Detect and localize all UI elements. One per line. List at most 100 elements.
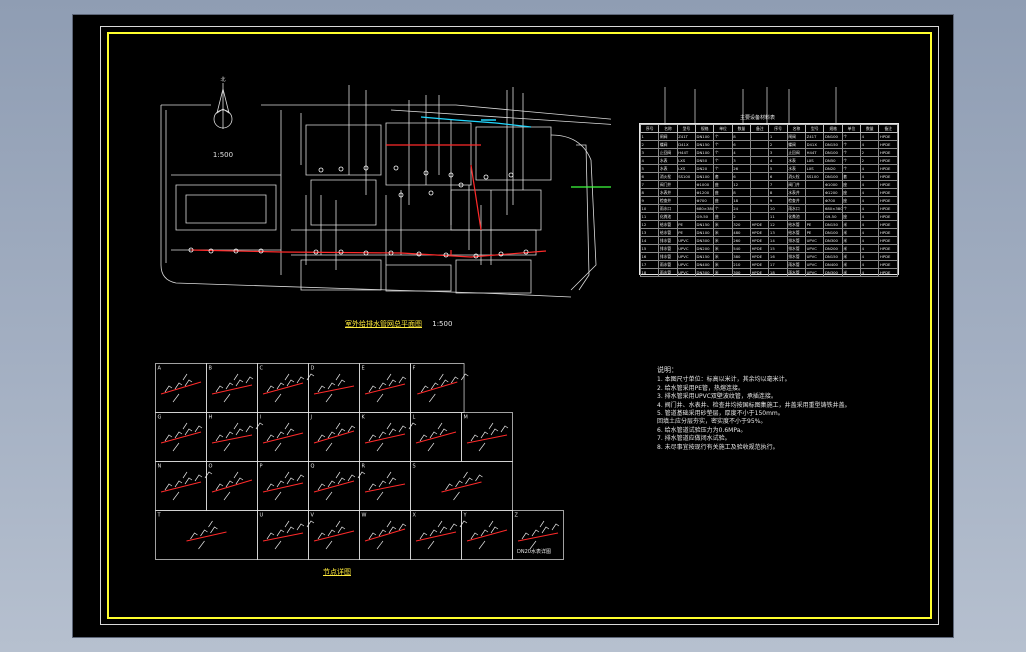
table-cell: Φ1000 (695, 180, 715, 189)
table-cell: 680×380 (695, 204, 715, 213)
table-cell: HPDE (878, 148, 898, 157)
detail-cell: J (308, 412, 360, 462)
cad-viewport[interactable]: 1:500 北 室外给排水管网总平面图 1:500 主要设备材料表 序号 名称 型号… (73, 15, 953, 637)
table-cell: 闸阀 (658, 132, 678, 141)
table-cell: 个 (713, 148, 733, 157)
table-header-cell: 名称 (786, 124, 807, 133)
equipment-table: 主要设备材料表 序号 名称 型号 规格 单位 数量 备注 序号 名称 型号 规格 单位 数量 备注 1 闸阀… (639, 115, 899, 277)
table-cell: 个 (713, 164, 733, 173)
table-cell: 6 (731, 140, 752, 149)
table-cell: PE (676, 220, 697, 229)
table-cell: 18 (768, 268, 788, 277)
table-cell: 止回阀 (658, 148, 678, 157)
table-cell: UPVC (805, 236, 825, 245)
detail-letter: B (209, 366, 213, 372)
detail-cell: B (206, 363, 258, 413)
table-cell: HPDE (750, 260, 770, 269)
table-row: 1 闸阀 Z41T DN100 个 8 1 闸阀 Z41T DN100 个 4 HPDE (639, 132, 898, 141)
detail-letter: Y (463, 513, 468, 519)
table-cell: HPDE (878, 180, 898, 189)
table-cell: 米 (841, 228, 862, 237)
table-header-cell: 规格 (823, 124, 843, 133)
table-cell: G9-50 (695, 212, 715, 221)
table-cell: 排水管 (786, 252, 807, 261)
detail-letter: L (413, 415, 416, 421)
table-row: 6 消火栓 SS100 DN100 套 6 6 消火栓 SS100 DN100 套 4 HPDE (639, 172, 898, 181)
table-cell: 4 (860, 180, 880, 189)
table-cell: DN200 (823, 244, 843, 253)
table-cell: DN100 (695, 172, 715, 181)
table-cell: UPVC (805, 252, 825, 261)
table-cell: 米 (841, 244, 862, 253)
table-cell: DN150 (695, 252, 715, 261)
table-cell: 6 (731, 172, 752, 181)
note-item: 1. 本图尺寸单位：标高以米计，其余均以毫米计。 (657, 376, 791, 384)
table-cell: 9 (639, 196, 660, 205)
table-cell: 座 (713, 180, 733, 189)
table-cell: 给水管 (658, 220, 678, 229)
detail-grid: A B C D E F G H I J K L M N O P Q R S T U V W X Y Z DN20水表详图 (155, 363, 564, 560)
table-cell: 水表 (658, 156, 678, 165)
table-cell: 8 (768, 188, 788, 197)
table-cell: HPDE (750, 268, 770, 277)
table-cell: 化粪池 (658, 212, 678, 221)
table-cell: 4 (860, 196, 880, 205)
table-cell: 3 (639, 148, 660, 157)
table-cell: 米 (841, 260, 862, 269)
table-cell (676, 180, 697, 189)
detail-letter: N (158, 464, 162, 470)
table-cell: PE (805, 228, 825, 237)
table-cell: 9 (768, 196, 788, 205)
detail-letter: R (362, 464, 366, 470)
table-cell: 6 (768, 172, 788, 181)
table-cell: 10 (768, 204, 788, 213)
table-cell: 个 (841, 140, 862, 149)
table-cell: 4 (860, 252, 880, 261)
table-row: 10 雨水口 680×380 个 24 10 雨水口 680×380 个 4 HPDE (639, 204, 898, 213)
detail-letter: A (158, 366, 162, 372)
table-cell: 水表井 (658, 188, 678, 197)
table-cell: 米 (713, 260, 733, 269)
table-cell: D41X (805, 140, 825, 149)
table-cell: 个 (713, 156, 733, 165)
table-cell: 个 (841, 148, 862, 157)
table-cell: 套 (841, 172, 862, 181)
table-cell: 米 (841, 220, 862, 229)
table-cell: 雨水管 (658, 268, 678, 277)
table-cell: 水表 (786, 156, 807, 165)
table-cell: 24 (731, 204, 752, 213)
table-cell: 4 (860, 164, 880, 173)
table-cell: 个 (713, 204, 733, 213)
table-cell: 排水管 (658, 236, 678, 245)
detail-letter: U (260, 513, 264, 519)
table-cell (750, 132, 770, 141)
table-header-cell: 名称 (658, 124, 678, 133)
table-cell: 座 (841, 188, 862, 197)
table-cell: 水表 (658, 164, 678, 173)
table-cell: 18 (731, 196, 752, 205)
table-cell: 4 (860, 172, 880, 181)
table-cell: DN20 (695, 164, 715, 173)
table-header-cell: 备注 (878, 124, 898, 133)
table-cell: 18 (639, 268, 660, 277)
table-cell: 210 (731, 260, 752, 269)
table-cell: DN150 (695, 140, 715, 149)
north-label: 北 (220, 76, 225, 83)
table-cell: 6 (639, 172, 660, 181)
table-cell: 4 (860, 268, 880, 277)
detail-cell: K (359, 412, 417, 462)
table-cell (750, 164, 770, 173)
table-cell: 8 (731, 188, 752, 197)
table-cell: HPDE (750, 228, 770, 237)
detail-letter: I (260, 415, 261, 421)
detail-cell: I (257, 412, 309, 462)
table-cell: 个 (713, 132, 733, 141)
table-cell: 12 (731, 180, 752, 189)
table-cell: D41X (676, 140, 697, 149)
table-cell: DN400 (823, 260, 843, 269)
table-cell: 个 (713, 140, 733, 149)
detail-letter: P (260, 464, 263, 470)
table-cell: 雨水管 (658, 260, 678, 269)
table-cell: HPDE (878, 156, 898, 165)
notes-panel: 说明： 1. 本图尺寸单位：标高以米计，其余均以毫米计。 2. 给水管采用PE管，… (657, 366, 887, 452)
